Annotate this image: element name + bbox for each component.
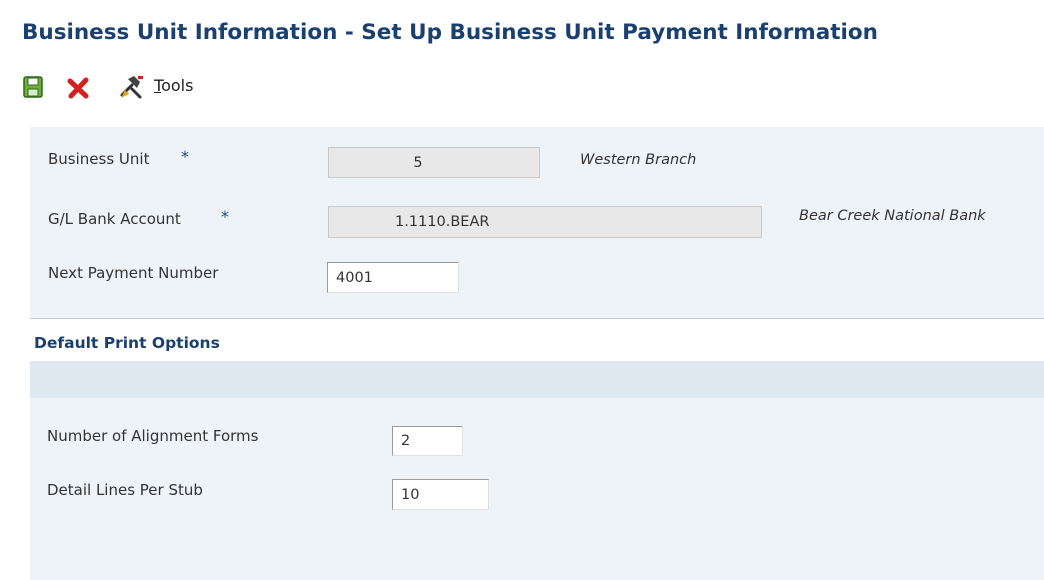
detail-lines-input[interactable]	[392, 479, 489, 510]
alignment-forms-label: Number of Alignment Forms	[47, 427, 259, 445]
tools-label-rest: ools	[161, 76, 194, 95]
default-print-options-heading: Default Print Options	[34, 334, 220, 352]
gl-bank-account-label: G/L Bank Account	[48, 210, 181, 228]
business-unit-label: Business Unit	[48, 150, 150, 168]
alignment-forms-input[interactable]	[392, 426, 463, 456]
next-payment-number-label: Next Payment Number	[48, 264, 219, 282]
business-unit-field[interactable]	[328, 147, 540, 178]
required-star-business-unit: *	[181, 147, 189, 166]
section-band	[30, 361, 1044, 398]
required-star-gl-bank-account: *	[221, 207, 229, 226]
next-payment-number-input[interactable]	[327, 262, 459, 293]
toolbar: Tools	[22, 72, 1032, 104]
save-icon[interactable]	[22, 75, 44, 99]
cancel-icon[interactable]	[66, 76, 90, 100]
business-unit-description: Western Branch	[580, 152, 697, 168]
tools-icon[interactable]	[118, 73, 146, 101]
gl-bank-account-field[interactable]	[328, 206, 762, 238]
detail-lines-label: Detail Lines Per Stub	[47, 481, 203, 499]
page-title: Business Unit Information - Set Up Busin…	[22, 20, 878, 45]
gl-bank-account-description: Bear Creek National Bank	[799, 208, 986, 224]
tools-mnemonic: T	[154, 76, 162, 95]
tools-menu[interactable]: Tools	[154, 76, 193, 95]
page: Business Unit Information - Set Up Busin…	[0, 0, 1044, 580]
